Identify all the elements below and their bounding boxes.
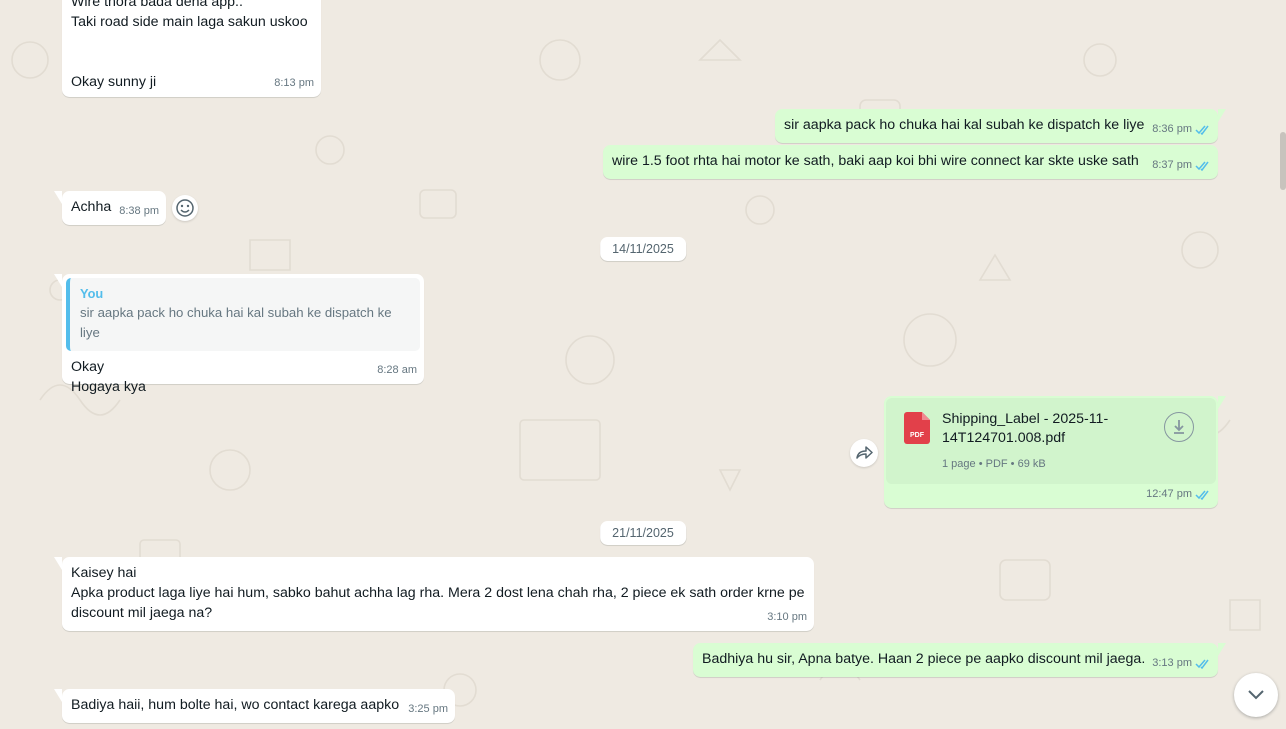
message-text: wire 1.5 foot rhta hai motor ke sath, ba… bbox=[612, 153, 1139, 169]
forward-icon[interactable] bbox=[850, 439, 878, 467]
message-meta: 8:28 am bbox=[377, 360, 417, 380]
message-time: 3:25 pm bbox=[408, 703, 448, 715]
double-check-icon bbox=[1195, 659, 1209, 669]
scrollbar-thumb[interactable] bbox=[1280, 132, 1286, 190]
double-check-icon bbox=[1195, 161, 1209, 171]
message-incoming[interactable]: Badiya haii, hum bolte hai, wo contact k… bbox=[54, 689, 455, 723]
pdf-file-icon: PDF bbox=[904, 412, 930, 444]
message-outgoing-document[interactable]: PDF Shipping_Label - 2025-11-14T124701.0… bbox=[884, 396, 1226, 508]
message-text: sir aapka pack ho chuka hai kal subah ke… bbox=[784, 117, 1145, 133]
message-time: 8:36 pm bbox=[1152, 123, 1192, 135]
message-meta: 3:13 pm bbox=[1152, 653, 1211, 673]
message-meta: 8:36 pm bbox=[1152, 119, 1211, 139]
message-outgoing[interactable]: wire 1.5 foot rhta hai motor ke sath, ba… bbox=[603, 145, 1218, 179]
message-incoming[interactable]: Achha 8:38 pm bbox=[54, 191, 166, 225]
message-meta: 3:25 pm bbox=[408, 699, 448, 719]
message-time: 3:10 pm bbox=[767, 611, 807, 623]
double-check-icon bbox=[1195, 490, 1209, 500]
message-text: Okay Hogaya kya bbox=[71, 359, 146, 395]
message-outgoing[interactable]: sir aapka pack ho chuka hai kal subah ke… bbox=[775, 109, 1226, 143]
date-separator: 21/11/2025 bbox=[600, 521, 686, 545]
emoji-reaction-icon[interactable] bbox=[172, 195, 198, 221]
message-time: 8:13 pm bbox=[274, 77, 314, 89]
message-time: 12:47 pm bbox=[1146, 488, 1192, 500]
message-text: Badiya haii, hum bolte hai, wo contact k… bbox=[71, 697, 400, 713]
document-name: Shipping_Label - 2025-11-14T124701.008.p… bbox=[942, 411, 1109, 446]
download-icon[interactable] bbox=[1164, 412, 1194, 442]
message-meta: 8:37 pm bbox=[1152, 155, 1211, 175]
double-check-icon bbox=[1195, 125, 1209, 135]
message-incoming[interactable]: Wire thora bada dena app.. Taki road sid… bbox=[62, 0, 321, 97]
scroll-to-bottom-button[interactable] bbox=[1234, 673, 1278, 717]
message-text: Badhiya hu sir, Apna batye. Haan 2 piece… bbox=[702, 651, 1146, 667]
reply-author: You bbox=[80, 286, 104, 301]
chevron-down-icon bbox=[1248, 690, 1264, 700]
message-time: 8:38 pm bbox=[119, 205, 159, 217]
message-meta: 8:38 pm bbox=[119, 201, 159, 221]
message-time: 3:13 pm bbox=[1152, 657, 1192, 669]
document-card[interactable]: PDF Shipping_Label - 2025-11-14T124701.0… bbox=[886, 398, 1216, 484]
message-incoming[interactable]: Kaisey hai Apka product laga liye hai hu… bbox=[54, 557, 814, 631]
reply-quote[interactable]: You sir aapka pack ho chuka hai kal suba… bbox=[66, 278, 420, 351]
date-separator: 14/11/2025 bbox=[600, 237, 686, 261]
message-meta: 8:13 pm bbox=[274, 73, 314, 93]
document-info: 1 page • PDF • 69 kB bbox=[942, 458, 1046, 470]
message-incoming-reply[interactable]: You sir aapka pack ho chuka hai kal suba… bbox=[54, 274, 424, 395]
message-outgoing[interactable]: Badhiya hu sir, Apna batye. Haan 2 piece… bbox=[693, 643, 1226, 677]
reply-text: sir aapka pack ho chuka hai kal subah ke… bbox=[80, 305, 392, 340]
message-time: 8:28 am bbox=[377, 364, 417, 376]
message-meta: 3:10 pm bbox=[767, 607, 807, 627]
message-text: Kaisey hai Apka product laga liye hai hu… bbox=[71, 565, 805, 621]
message-time: 8:37 pm bbox=[1152, 159, 1192, 171]
pdf-badge: PDF bbox=[910, 432, 925, 439]
message-meta: 12:47 pm bbox=[1146, 484, 1211, 504]
